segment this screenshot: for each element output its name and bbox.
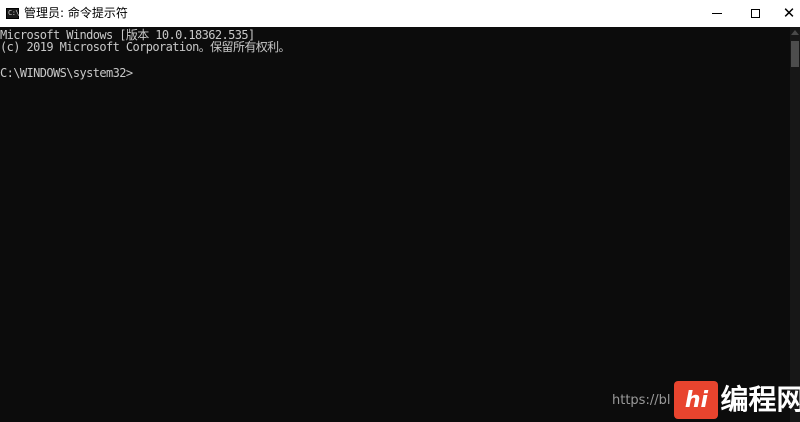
vertical-scrollbar[interactable]: [790, 27, 800, 422]
cmd-icon[interactable]: C:\: [6, 8, 20, 19]
watermark-site-name: 编程网: [720, 383, 800, 416]
scroll-thumb[interactable]: [791, 41, 799, 67]
command-prompt-window: C:\ 管理员: 命令提示符 ✕ Microsoft Windows [版本 1…: [0, 0, 800, 422]
cmd-icon-glyph: C:\: [8, 9, 20, 17]
watermark-logo: hi: [674, 381, 719, 419]
window-title: 管理员: 命令提示符: [24, 6, 128, 20]
watermark: https://bl hi 编程网: [612, 380, 800, 420]
scroll-up-arrow-icon[interactable]: [791, 30, 799, 35]
console-prompt[interactable]: C:\WINDOWS\system32>: [0, 67, 133, 80]
close-button[interactable]: ✕: [766, 0, 800, 27]
maximize-icon: [750, 9, 760, 18]
console-output[interactable]: Microsoft Windows [版本 10.0.18362.535] (c…: [0, 27, 790, 422]
console-line-copyright: (c) 2019 Microsoft Corporation。保留所有权利。: [0, 40, 291, 54]
close-icon: ✕: [782, 4, 796, 22]
title-bar[interactable]: C:\ 管理员: 命令提示符 ✕: [0, 0, 800, 27]
watermark-url: https://bl: [612, 392, 671, 408]
minimize-icon: [712, 13, 722, 14]
